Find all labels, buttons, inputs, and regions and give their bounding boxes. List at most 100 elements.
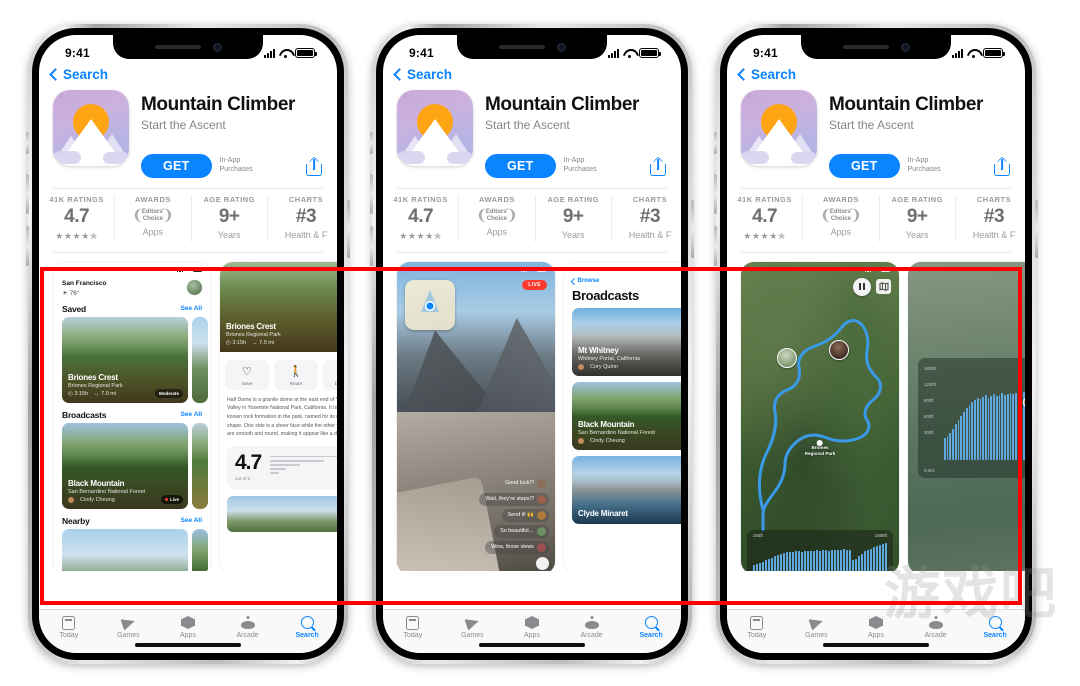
back-to-search-button[interactable]: Search (383, 65, 681, 82)
elevation-bar (825, 550, 827, 571)
power-button[interactable] (347, 200, 350, 258)
route-action-button[interactable]: 🚶 Route (274, 359, 318, 390)
directions-action-button[interactable]: ↱ Directions (323, 359, 337, 390)
chat-avatar (537, 526, 546, 536)
card-subtitle: Whitney Portal, California (578, 356, 641, 363)
screenshot-trail-detail[interactable]: Briones Crest Briones Regional Park ◴ 3:… (220, 261, 337, 571)
card-peek[interactable] (192, 316, 208, 403)
see-all-link[interactable]: See All (181, 517, 202, 524)
screenshot-carousel[interactable]: 9:41 San Francisco ☀ 76° Saved See All B… (39, 253, 337, 571)
live-badge: Live (160, 494, 183, 504)
map-avatar-2[interactable] (829, 339, 849, 360)
mute-switch[interactable] (714, 132, 717, 154)
tab-games[interactable]: Games (99, 614, 159, 639)
broadcast-card-clyde-minaret[interactable]: Clyde Minaret (572, 455, 681, 524)
see-all-link[interactable]: See All (181, 305, 202, 312)
tab-label: Search (295, 632, 319, 639)
tab-apps[interactable]: Apps (158, 614, 218, 639)
card-peek[interactable] (192, 422, 208, 509)
elevation-bar (849, 550, 851, 571)
elevation-bar (783, 553, 785, 571)
save-action-button[interactable]: ♡ Save (225, 359, 269, 390)
tab-today[interactable]: Today (383, 614, 443, 639)
app-meta: Mountain Climber Start the Ascent GET In… (141, 90, 323, 178)
avatar[interactable] (187, 279, 202, 295)
cloud-right (791, 152, 817, 164)
screenshot-carousel[interactable]: 9:41 LIVE (383, 253, 681, 571)
volume-down-button[interactable] (714, 226, 717, 266)
tab-search[interactable]: Search (965, 614, 1025, 639)
screenshot-live-broadcast[interactable]: 9:41 LIVE (397, 261, 555, 571)
volume-down-button[interactable] (370, 226, 373, 266)
get-button[interactable]: GET (141, 153, 212, 178)
hero-title: Briones Crest (226, 321, 276, 331)
tab-today[interactable]: Today (39, 614, 99, 639)
tab-arcade[interactable]: Arcade (906, 614, 966, 639)
elevation-bar (982, 396, 985, 460)
iap-line-2: Purchases (219, 165, 253, 173)
tab-arcade[interactable]: Arcade (218, 614, 278, 639)
broadcast-card-mt-whitney[interactable]: Mt Whitney Whitney Portal, California Co… (572, 307, 681, 376)
home-indicator[interactable] (135, 643, 241, 647)
volume-down-button[interactable] (26, 226, 29, 266)
app-stats-row: 41K RATINGS 4.7 ★★★★✯ AWARDS Editors' Ch… (727, 189, 1025, 246)
screenshot-elevation-chart[interactable]: 1800ft 1200ft 900ft 600ft 300ft 0.0mi (908, 261, 1025, 571)
chat-text: Wow, those views (491, 544, 534, 551)
home-indicator[interactable] (479, 643, 585, 647)
tab-arcade[interactable]: Arcade (562, 614, 622, 639)
tab-apps[interactable]: Apps (846, 614, 906, 639)
screenshot-broadcasts-list[interactable]: 9:41 Browse Broadcasts Mt Whitney Whitne… (564, 261, 681, 571)
card-peek[interactable] (192, 528, 208, 571)
park-pin[interactable]: Briones Regional Park (805, 443, 836, 456)
home-indicator[interactable] (823, 643, 929, 647)
chat-avatar (537, 542, 546, 552)
get-button[interactable]: GET (485, 153, 556, 178)
tab-today[interactable]: Today (727, 614, 787, 639)
tab-search[interactable]: Search (277, 614, 337, 639)
elevation-bar (885, 543, 887, 571)
mute-switch[interactable] (370, 132, 373, 154)
map-layers-button[interactable] (876, 279, 891, 295)
elevation-bar (876, 546, 878, 571)
mini-wifi-icon (529, 268, 535, 273)
mini-map[interactable] (405, 279, 455, 330)
share-icon[interactable] (305, 156, 323, 176)
volume-up-button[interactable] (26, 174, 29, 214)
tab-apps[interactable]: Apps (502, 614, 562, 639)
chevron-left-icon (49, 68, 62, 81)
tab-games[interactable]: Games (443, 614, 503, 639)
screenshot-browse[interactable]: 9:41 San Francisco ☀ 76° Saved See All B… (53, 261, 211, 571)
trail-card-briones[interactable]: Briones Crest Briones Regional Park ◴ 3:… (62, 316, 188, 403)
volume-up-button[interactable] (714, 174, 717, 214)
pause-button[interactable] (853, 277, 871, 296)
trail-card-black-mountain[interactable]: Black Mountain San Bernardino National F… (62, 422, 188, 509)
tab-search[interactable]: Search (621, 614, 681, 639)
broadcast-card-black-mountain[interactable]: Black Mountain San Bernardino National F… (572, 381, 681, 450)
volume-up-button[interactable] (370, 174, 373, 214)
map-avatar-1[interactable] (777, 347, 797, 368)
detail-photo-thumb[interactable] (227, 495, 337, 532)
phone-bezel: 9:41 Search Mountain Climber Start the A… (720, 28, 1032, 660)
tab-label: Games (117, 632, 140, 639)
screenshot-carousel[interactable]: 9:41 (727, 253, 1025, 571)
back-to-browse-button[interactable]: Browse (564, 273, 681, 285)
elevation-bar (756, 564, 758, 571)
trail-card-nearby[interactable] (62, 528, 188, 571)
elevation-bar (987, 397, 990, 460)
chat-input-button[interactable] (536, 556, 549, 570)
chevron-left-icon (737, 68, 750, 81)
mute-switch[interactable] (26, 132, 29, 154)
back-to-search-button[interactable]: Search (727, 65, 1025, 82)
get-button[interactable]: GET (829, 153, 900, 178)
see-all-link[interactable]: See All (181, 411, 202, 418)
power-button[interactable] (1035, 200, 1038, 258)
stat-foot: Years (905, 229, 929, 240)
tab-games[interactable]: Games (787, 614, 847, 639)
back-to-search-button[interactable]: Search (39, 65, 337, 82)
tab-label: Arcade (236, 632, 259, 639)
share-icon[interactable] (649, 156, 667, 176)
route-path (758, 318, 882, 532)
screenshot-trail-map[interactable]: 9:41 (741, 261, 899, 571)
power-button[interactable] (691, 200, 694, 258)
share-icon[interactable] (993, 156, 1011, 176)
